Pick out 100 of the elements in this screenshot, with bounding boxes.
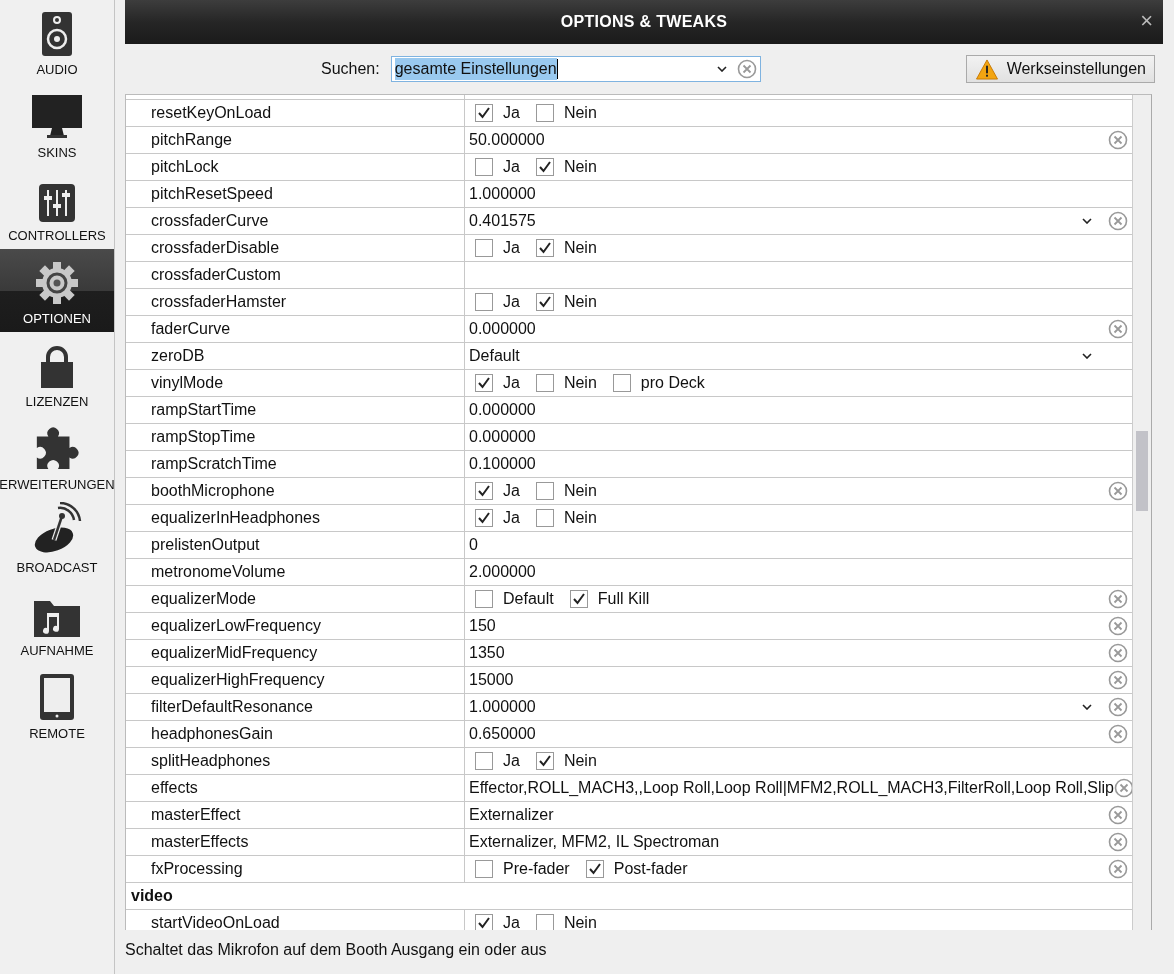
setting-name: boothMicrophone <box>126 478 465 504</box>
factory-reset-button[interactable]: Werkseinstellungen <box>965 55 1155 83</box>
clear-icon[interactable] <box>736 59 757 79</box>
clear-icon[interactable] <box>1108 805 1128 825</box>
checkbox[interactable] <box>475 860 493 878</box>
value-field[interactable]: 0.000000 <box>469 401 536 419</box>
value-field[interactable]: Externalizer <box>469 806 554 824</box>
value-field[interactable]: 50.000000 <box>469 131 545 149</box>
checkbox-label: Nein <box>563 239 597 257</box>
checkbox[interactable] <box>569 590 588 608</box>
sidebar-item[interactable]: OPTIONEN <box>0 249 114 332</box>
checkbox-label: Full Kill <box>597 590 650 608</box>
checkbox-label: Nein <box>563 752 597 770</box>
clear-icon[interactable] <box>1108 697 1128 717</box>
value-field[interactable]: 0.100000 <box>469 455 536 473</box>
value-field[interactable]: 0.401575 <box>469 212 536 230</box>
setting-name: pitchLock <box>126 154 465 180</box>
setting-name: rampStopTime <box>126 424 465 450</box>
clear-icon[interactable] <box>1108 616 1128 636</box>
checkbox[interactable] <box>475 104 493 122</box>
sidebar-item[interactable]: SKINS <box>0 83 114 166</box>
checkbox-label: Ja <box>503 374 520 392</box>
checkbox[interactable] <box>535 104 554 122</box>
monitor-icon <box>32 95 82 139</box>
checkbox[interactable] <box>612 374 631 392</box>
close-button[interactable]: × <box>1136 10 1157 32</box>
scrollbar[interactable] <box>1132 95 1151 930</box>
value-field[interactable]: 1350 <box>469 644 505 662</box>
checkbox-label: Nein <box>563 158 597 176</box>
checkbox[interactable] <box>475 293 493 311</box>
sidebar-item[interactable]: CONTROLLERS <box>0 166 114 249</box>
clear-icon[interactable] <box>1108 130 1128 150</box>
checkbox[interactable] <box>475 239 493 257</box>
sliders-icon <box>39 184 75 222</box>
setting-name: equalizerHighFrequency <box>126 667 465 693</box>
chevron-down-icon[interactable] <box>716 66 727 72</box>
clear-icon[interactable] <box>1108 859 1128 879</box>
clear-icon[interactable] <box>1108 211 1128 231</box>
checkbox[interactable] <box>475 482 493 500</box>
value-field[interactable]: 2.000000 <box>469 563 536 581</box>
sidebar-item[interactable]: ERWEITERUNGEN <box>0 415 114 498</box>
chevron-down-icon[interactable] <box>1082 218 1092 224</box>
checkbox[interactable] <box>475 590 493 608</box>
search-field[interactable]: gesamte Einstellungen <box>390 56 761 82</box>
checkbox[interactable] <box>535 914 554 930</box>
checkbox[interactable] <box>475 509 493 527</box>
checkbox[interactable] <box>535 158 554 176</box>
sidebar-item[interactable]: AUDIO <box>0 0 114 83</box>
value-field[interactable]: 0.650000 <box>469 725 536 743</box>
value-field[interactable]: 1.000000 <box>469 698 536 716</box>
setting-name: equalizerLowFrequency <box>126 613 465 639</box>
value-field[interactable]: 1.000000 <box>469 185 536 203</box>
checkbox[interactable] <box>475 752 493 770</box>
chevron-down-icon[interactable] <box>1082 353 1092 359</box>
sidebar-item[interactable]: LIZENZEN <box>0 332 114 415</box>
value-field[interactable]: Effector,ROLL_MACH3,,Loop Roll,Loop Roll|MFM2,ROLL_MACH3,FilterRoll,Loop Roll,Slip <box>469 779 1114 797</box>
value-field[interactable]: 0.000000 <box>469 428 536 446</box>
setting-name: equalizerMidFrequency <box>126 640 465 666</box>
value-field[interactable]: 15000 <box>469 671 514 689</box>
clear-icon[interactable] <box>1108 589 1128 609</box>
clear-icon[interactable] <box>1108 481 1128 501</box>
checkbox-label: Nein <box>563 104 597 122</box>
setting-name: crossfaderDisable <box>126 235 465 261</box>
clear-icon[interactable] <box>1108 832 1128 852</box>
clear-icon[interactable] <box>1114 778 1132 798</box>
checkbox[interactable] <box>585 860 604 878</box>
checkbox[interactable] <box>535 239 554 257</box>
checkbox-label: Ja <box>503 914 520 930</box>
checkbox[interactable] <box>475 914 493 930</box>
value-field[interactable]: 150 <box>469 617 496 635</box>
window-title: OPTIONS & TWEAKS <box>560 13 728 31</box>
section-heading: video <box>130 886 173 906</box>
checkbox[interactable] <box>535 374 554 392</box>
setting-name: fxProcessing <box>126 856 465 882</box>
sidebar-item[interactable]: BROADCAST <box>0 498 114 581</box>
setting-name: crossfaderHamster <box>126 289 465 315</box>
clear-icon[interactable] <box>1108 319 1128 339</box>
setting-name: equalizerMode <box>126 586 465 612</box>
checkbox[interactable] <box>535 293 554 311</box>
music-folder-icon <box>34 599 80 637</box>
checkbox[interactable] <box>535 752 554 770</box>
checkbox[interactable] <box>475 374 493 392</box>
checkbox[interactable] <box>475 158 493 176</box>
setting-name: pitchResetSpeed <box>126 181 465 207</box>
clear-icon[interactable] <box>1108 643 1128 663</box>
value-field[interactable]: Default <box>469 347 520 365</box>
clear-icon[interactable] <box>1108 670 1128 690</box>
setting-name: resetKeyOnLoad <box>126 100 465 126</box>
sidebar-item[interactable]: AUFNAHME <box>0 581 114 664</box>
checkbox[interactable] <box>535 509 554 527</box>
value-field[interactable]: 0 <box>469 536 478 554</box>
value-field[interactable]: 0.000000 <box>469 320 536 338</box>
setting-name: splitHeadphones <box>126 748 465 774</box>
chevron-down-icon[interactable] <box>1082 704 1092 710</box>
value-field[interactable]: Externalizer, MFM2, IL Spectroman <box>469 833 720 851</box>
scrollbar-thumb[interactable] <box>1136 431 1148 511</box>
checkbox[interactable] <box>535 482 554 500</box>
sidebar-item[interactable]: REMOTE <box>0 664 114 747</box>
checkbox-label: Nein <box>563 914 597 930</box>
clear-icon[interactable] <box>1108 724 1128 744</box>
